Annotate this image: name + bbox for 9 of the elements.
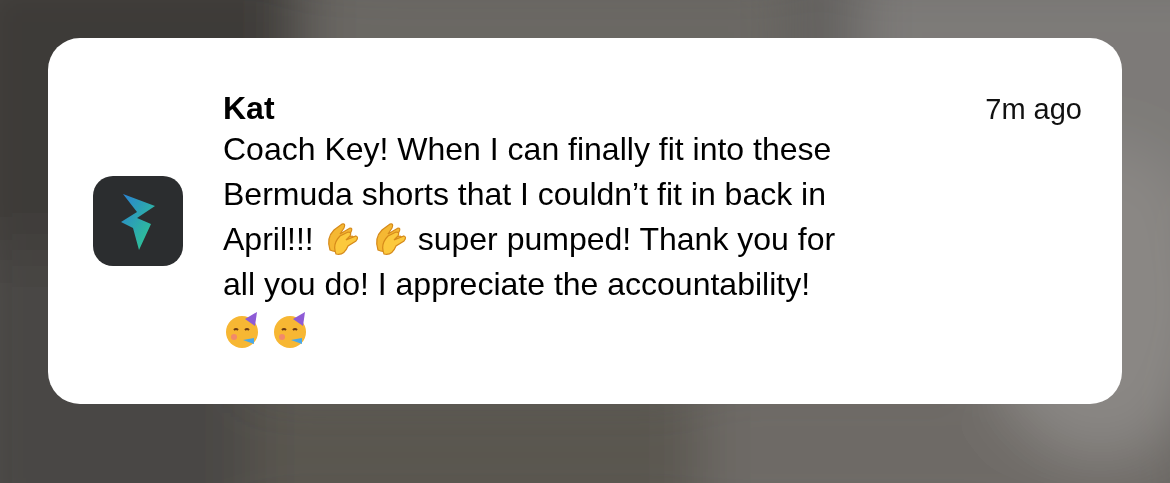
message-text: Coach Key! When I can finally fit into these (223, 130, 832, 169)
notification-card[interactable]: Kat 7m ago Coach Key! When I can finally fit into these Bermuda shorts that I couldn’t fit in back in April!!! super pumped! Thank you for all you do! I appreciate the accountability! (48, 38, 1122, 404)
message-text: all you do! I appreciate the accountability! (223, 265, 811, 304)
timestamp: 7m ago (985, 93, 1082, 126)
sender-name: Kat (223, 90, 275, 127)
message-text: super pumped! Thank you for (417, 220, 836, 259)
message-text: April!!! (223, 220, 314, 259)
message-text: Bermuda shorts that I couldn’t fit in back in (223, 175, 826, 214)
app-icon (93, 176, 183, 266)
